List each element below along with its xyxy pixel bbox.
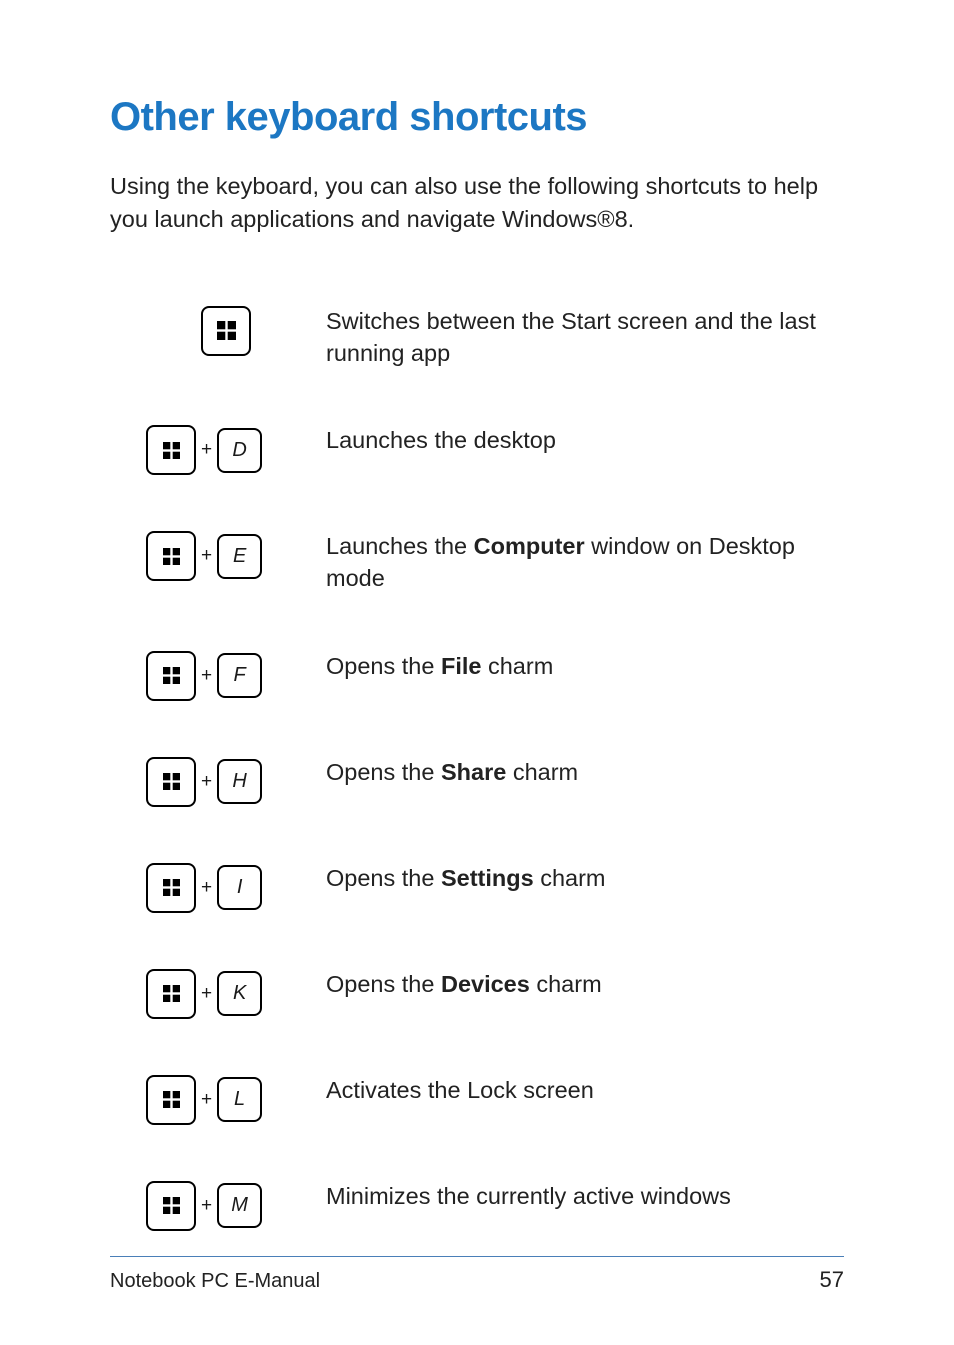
windows-key-icon — [146, 863, 196, 913]
desc-text: Opens the — [326, 759, 441, 785]
shortcut-row: +L Activates the Lock screen — [146, 1075, 844, 1125]
desc-bold: Share — [441, 759, 506, 785]
shortcut-description: Minimizes the currently active windows — [326, 1181, 844, 1213]
letter-key: H — [217, 759, 262, 804]
shortcut-row: +I Opens the Settings charm — [146, 863, 844, 913]
shortcut-description: Opens the Devices charm — [326, 969, 844, 1001]
windows-key-icon — [146, 969, 196, 1019]
footer-page-number: 57 — [820, 1267, 844, 1293]
shortcut-row: +F Opens the File charm — [146, 651, 844, 701]
shortcut-description: Activates the Lock screen — [326, 1075, 844, 1107]
shortcut-row: +H Opens the Share charm — [146, 757, 844, 807]
shortcut-description: Launches the Computer window on Desktop … — [326, 531, 844, 594]
key-combo: +F — [146, 651, 306, 701]
shortcut-row: Switches between the Start screen and th… — [146, 306, 844, 369]
letter-key: F — [217, 653, 262, 698]
page-footer: Notebook PC E-Manual 57 — [0, 1256, 954, 1293]
desc-text: charm — [530, 971, 602, 997]
key-combo: +E — [146, 531, 306, 581]
shortcut-description: Switches between the Start screen and th… — [326, 306, 844, 369]
page-heading: Other keyboard shortcuts — [110, 95, 844, 140]
shortcut-description: Launches the desktop — [326, 425, 844, 457]
shortcut-row: +K Opens the Devices charm — [146, 969, 844, 1019]
shortcut-description: Opens the Share charm — [326, 757, 844, 789]
shortcut-row: +D Launches the desktop — [146, 425, 844, 475]
windows-key-icon — [146, 651, 196, 701]
windows-key-icon — [146, 531, 196, 581]
windows-key-icon — [201, 306, 251, 356]
windows-key-icon — [146, 757, 196, 807]
footer-doc-title: Notebook PC E-Manual — [110, 1270, 320, 1293]
desc-text: Minimizes the currently active windows — [326, 1183, 731, 1209]
key-combo — [146, 306, 306, 356]
windows-key-icon — [146, 425, 196, 475]
key-combo: +I — [146, 863, 306, 913]
key-combo-plus: + — [201, 439, 212, 461]
desc-text: Activates the Lock screen — [326, 1077, 594, 1103]
shortcut-table: Switches between the Start screen and th… — [110, 306, 844, 1231]
key-combo: +M — [146, 1181, 306, 1231]
key-combo-plus: + — [201, 1089, 212, 1111]
windows-key-icon — [146, 1075, 196, 1125]
desc-text: charm — [534, 865, 606, 891]
desc-text: Opens the — [326, 865, 441, 891]
desc-bold: Settings — [441, 865, 534, 891]
desc-text: Switches between the Start screen and th… — [326, 308, 816, 366]
desc-text: Opens the — [326, 971, 441, 997]
key-combo: +K — [146, 969, 306, 1019]
intro-paragraph: Using the keyboard, you can also use the… — [110, 170, 844, 236]
shortcut-row: +E Launches the Computer window on Deskto… — [146, 531, 844, 594]
letter-key: I — [217, 865, 262, 910]
key-combo-plus: + — [201, 1195, 212, 1217]
letter-key: D — [217, 428, 262, 473]
key-combo-plus: + — [201, 877, 212, 899]
letter-key: L — [217, 1077, 262, 1122]
key-combo-plus: + — [201, 545, 212, 567]
shortcut-description: Opens the File charm — [326, 651, 844, 683]
windows-key-icon — [146, 1181, 196, 1231]
key-combo-plus: + — [201, 665, 212, 687]
shortcut-description: Opens the Settings charm — [326, 863, 844, 895]
desc-bold: Devices — [441, 971, 530, 997]
desc-text: Opens the — [326, 653, 441, 679]
letter-key: E — [217, 534, 262, 579]
desc-text: charm — [481, 653, 553, 679]
desc-text: Launches the — [326, 533, 474, 559]
key-combo-plus: + — [201, 983, 212, 1005]
desc-text: charm — [506, 759, 578, 785]
desc-bold: File — [441, 653, 481, 679]
desc-text: Launches the desktop — [326, 427, 556, 453]
desc-bold: Computer — [474, 533, 585, 559]
key-combo: +L — [146, 1075, 306, 1125]
key-combo: +D — [146, 425, 306, 475]
key-combo: +H — [146, 757, 306, 807]
letter-key: M — [217, 1183, 262, 1228]
letter-key: K — [217, 971, 262, 1016]
key-combo-plus: + — [201, 771, 212, 793]
page-content: Other keyboard shortcuts Using the keybo… — [0, 0, 954, 1231]
shortcut-row: +M Minimizes the currently active windows — [146, 1181, 844, 1231]
